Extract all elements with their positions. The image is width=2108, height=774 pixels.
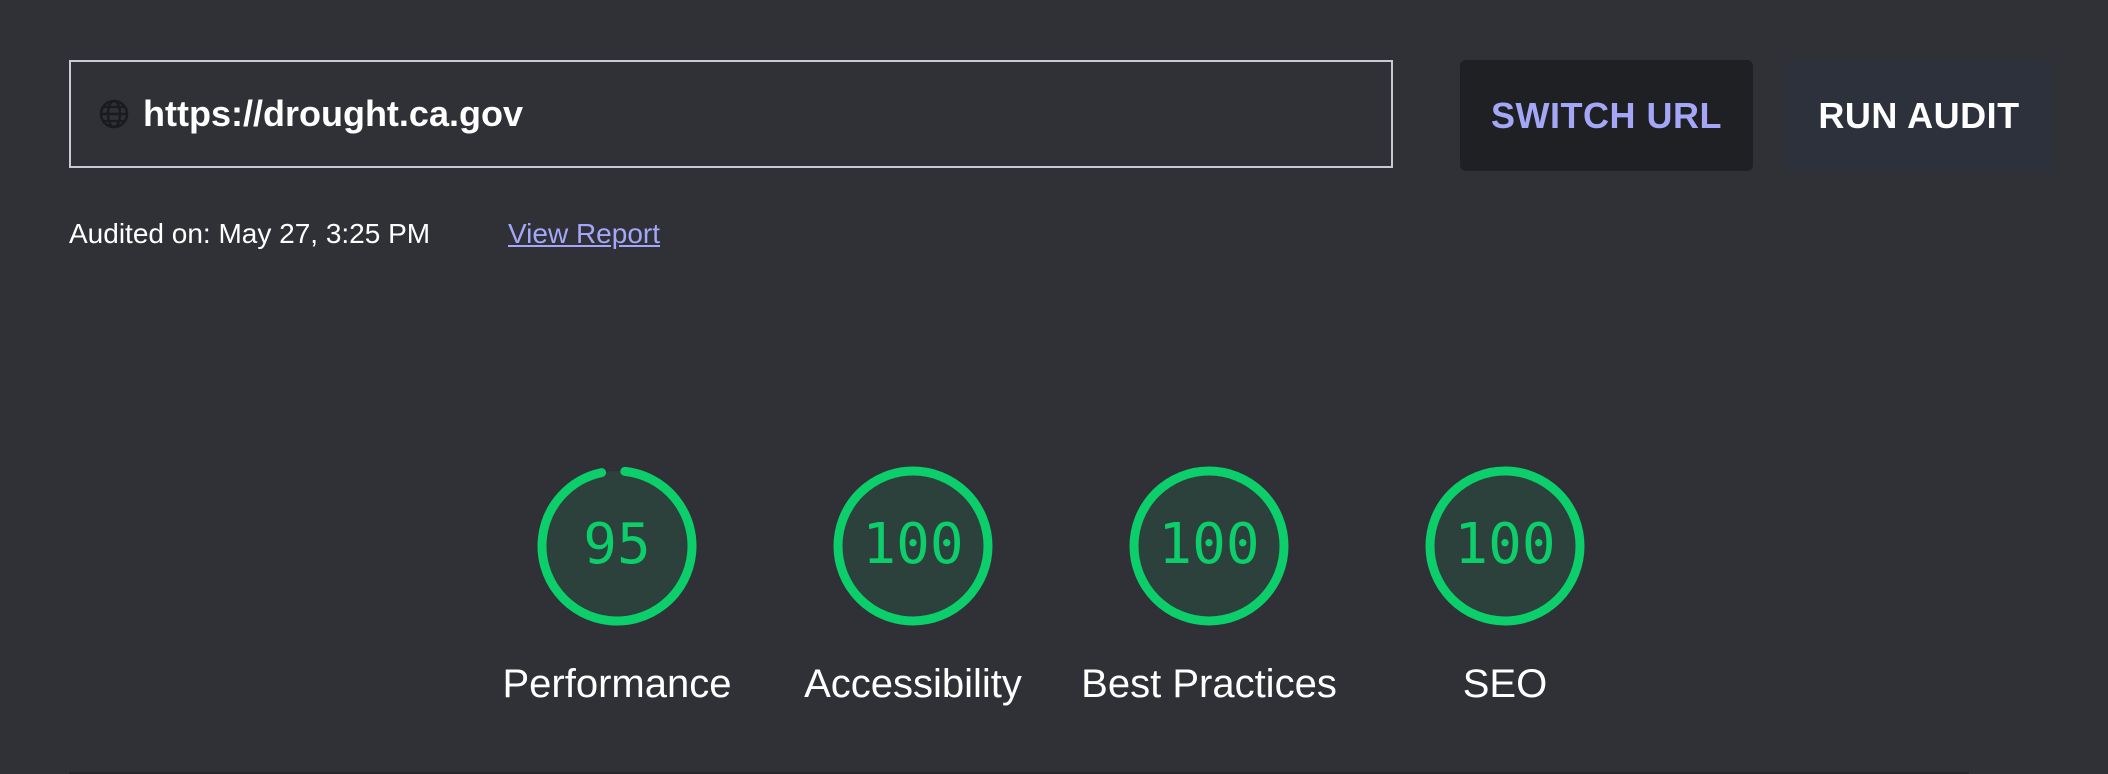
gauge-label: Best Practices: [1081, 662, 1337, 706]
gauge-best-practices[interactable]: 100 Best Practices: [1059, 464, 1359, 707]
gauge-label: Performance: [502, 662, 732, 706]
score-value: 100: [1158, 512, 1259, 577]
url-input[interactable]: [143, 84, 1391, 144]
globe-icon: [97, 97, 131, 131]
score-value: 100: [1454, 512, 1555, 577]
score-value: 95: [583, 512, 650, 577]
score-ring: 100: [833, 466, 993, 626]
run-audit-button[interactable]: RUN AUDIT: [1785, 60, 2053, 171]
gauge-label: Accessibility: [804, 662, 1022, 706]
audited-on-text: Audited on: May 27, 3:25 PM: [69, 218, 431, 249]
gauge-performance[interactable]: 95 Performance: [467, 464, 767, 707]
score-value: 100: [862, 512, 963, 577]
gauge-seo[interactable]: 100 SEO: [1355, 464, 1655, 707]
audit-page: SWITCH URL RUN AUDIT Audited on: May 27,…: [0, 0, 2108, 774]
url-bar[interactable]: [69, 60, 1393, 168]
gauge-accessibility[interactable]: 100 Accessibility: [763, 464, 1063, 707]
view-report-link[interactable]: View Report: [508, 218, 660, 250]
switch-url-button[interactable]: SWITCH URL: [1460, 60, 1753, 171]
score-ring: 100: [1129, 466, 1289, 626]
gauge-label: SEO: [1462, 662, 1548, 706]
score-ring: 100: [1425, 466, 1585, 626]
score-ring: 95: [537, 466, 697, 626]
